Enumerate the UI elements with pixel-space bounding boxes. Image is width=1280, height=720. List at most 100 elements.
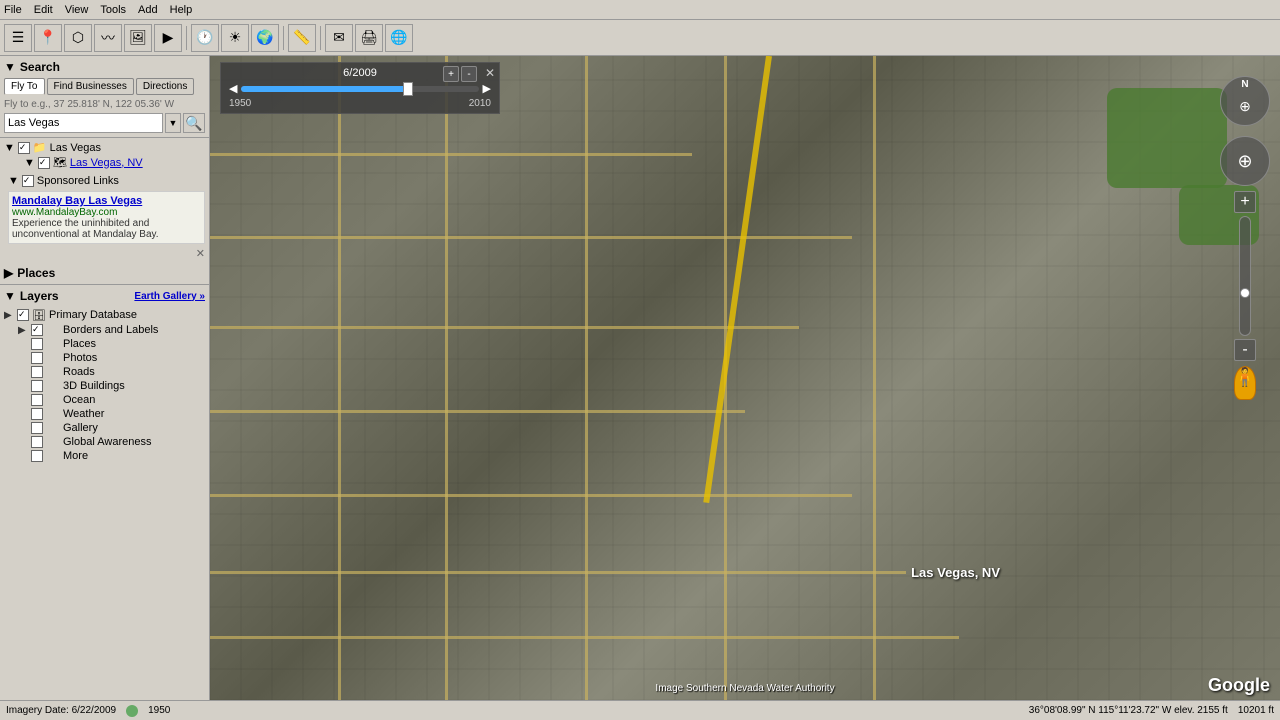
layers-expand-icon[interactable]: ▼ [4,289,16,303]
layer-cb2-places [46,338,60,350]
toolbar-sep1 [186,26,187,50]
menu-add[interactable]: Add [138,4,158,16]
tab-find-businesses[interactable]: Find Businesses [47,78,134,95]
layer-cb2-more [46,450,60,462]
search-input-row: ▼ 🔍 [4,113,205,133]
toolbar: ☰ 📍 ⬡ 〰 🖼 ▶ 🕐 ☀ 🌍 📏 ✉ 🖨 🌐 [0,20,1280,56]
toolbar-add-path[interactable]: 〰 [94,24,122,52]
left-panel: ▼ Search Fly To Find Businesses Directio… [0,56,210,700]
layer-label-global: Global Awareness [63,436,151,448]
zoom-slider-thumb[interactable] [1240,288,1250,298]
layer-expand-borders[interactable]: ▶ [18,325,28,336]
layer-expand-roads: ▶ [18,367,28,378]
tab-directions[interactable]: Directions [136,78,194,95]
tab-fly-to[interactable]: Fly To [4,78,45,95]
layer-expand-global: ▶ [18,437,28,448]
toolbar-show-sidebar[interactable]: ☰ [4,24,32,52]
main-content: ▼ Search Fly To Find Businesses Directio… [0,56,1280,700]
earth-gallery-link[interactable]: Earth Gallery » [134,291,205,302]
zoom-out-button[interactable]: - [1234,339,1256,361]
zoom-ring[interactable]: ⊕ [1220,136,1270,186]
search-input[interactable] [4,113,163,133]
layer-cb-global[interactable] [31,436,43,448]
layers-title: Layers [20,289,59,303]
close-sponsored-button[interactable]: ✕ [196,248,205,260]
slider-left-button[interactable]: ◀ [229,82,237,95]
layer-expand-photos: ▶ [18,353,28,364]
coords-label: 36°08'08.99" N 115°11'23.72" W elev. 215… [1029,705,1228,716]
fly-to-hint: Fly to e.g., 37 25.818' N, 122 05.36' W [4,99,205,110]
layer-cb-ocean[interactable] [31,394,43,406]
layer-cb2-roads [46,366,60,378]
search-dropdown-button[interactable]: ▼ [165,113,181,133]
zoom-slider[interactable] [1239,216,1251,336]
toolbar-record-tour[interactable]: ▶ [154,24,182,52]
menu-tools[interactable]: Tools [100,4,126,16]
time-close-button[interactable]: ✕ [485,66,495,80]
sponsored-title-label: Sponsored Links [37,175,119,187]
slider-track[interactable] [241,86,478,92]
result-link-checkbox[interactable] [38,157,50,169]
toolbar-print[interactable]: 🖨 [355,24,383,52]
result-expand[interactable]: ▼ [4,142,15,154]
places-header[interactable]: ▶ Places [4,266,205,280]
search-go-button[interactable]: 🔍 [183,113,205,133]
status-indicator [126,705,138,717]
layer-cb-weather[interactable] [31,408,43,420]
result-checkbox[interactable] [18,142,30,154]
result-link[interactable]: Las Vegas, NV [70,157,143,169]
layer-cb-primary[interactable] [17,309,29,321]
street-view-person[interactable]: 🧍 [1234,366,1256,400]
toolbar-add-image[interactable]: 🖼 [124,24,152,52]
layer-cb2-ocean [46,394,60,406]
sponsored-header-item: ▼ Sponsored Links [8,174,205,188]
layer-expand-primary[interactable]: ▶ [4,310,14,321]
toolbar-measure[interactable]: 📏 [288,24,316,52]
layer-cb-gallery[interactable] [31,422,43,434]
menu-view[interactable]: View [65,4,89,16]
toolbar-add-polygon[interactable]: ⬡ [64,24,92,52]
layer-label-photos: Photos [63,352,97,364]
sponsored-checkbox[interactable] [22,175,34,187]
layer-global-awareness: ▶ Global Awareness [18,435,205,449]
layer-cb2-borders[interactable] [46,324,60,336]
layer-cb-photos[interactable] [31,352,43,364]
menu-help[interactable]: Help [170,4,193,16]
toolbar-google-earth-web[interactable]: 🌐 [385,24,413,52]
layer-cb-places[interactable] [31,338,43,350]
layer-cb-borders[interactable] [31,324,43,336]
sponsor-link[interactable]: Mandalay Bay Las Vegas [12,195,142,207]
zoom-label: 10201 ft [1238,705,1274,716]
sponsor-desc: Experience the uninhibited and unconvent… [12,218,201,240]
layer-cb-roads[interactable] [31,366,43,378]
map-area[interactable]: 6/2009 ◀ ▶ 1950 2010 ✕ + - N ⊕ [210,56,1280,700]
menu-file[interactable]: File [4,4,22,16]
menu-edit[interactable]: Edit [34,4,53,16]
statusbar-year-label: 1950 [148,705,170,716]
zoom-controls: ⊕ + - 🧍 [1220,136,1270,400]
zoom-in-button[interactable]: + [1234,191,1256,213]
layer-label-primary: Primary Database [49,309,137,321]
nav-compass[interactable]: N ⊕ [1220,76,1270,126]
result-folder-label: Las Vegas [50,142,101,154]
time-zoom-out[interactable]: - [461,66,477,82]
toolbar-sep3 [320,26,321,50]
toolbar-atmosphere[interactable]: 🌍 [251,24,279,52]
search-header[interactable]: ▼ Search [4,60,205,74]
slider-right-button[interactable]: ▶ [483,82,491,95]
result-link-expand[interactable]: ▼ [24,157,35,169]
places-title: Places [17,266,55,280]
slider-thumb[interactable] [403,82,413,96]
layer-expand-gallery: ▶ [18,423,28,434]
search-title: Search [20,60,60,74]
toolbar-sunlight[interactable]: ☀ [221,24,249,52]
layer-cb-more[interactable] [31,450,43,462]
toolbar-email[interactable]: ✉ [325,24,353,52]
layer-expand-places: ▶ [18,339,28,350]
sponsored-section: ▼ Sponsored Links Mandalay Bay Las Vegas… [8,174,205,260]
toolbar-add-placemark[interactable]: 📍 [34,24,62,52]
sponsored-expand[interactable]: ▼ [8,175,19,187]
layer-cb-3d[interactable] [31,380,43,392]
time-zoom-in[interactable]: + [443,66,459,82]
toolbar-historical-imagery[interactable]: 🕐 [191,24,219,52]
